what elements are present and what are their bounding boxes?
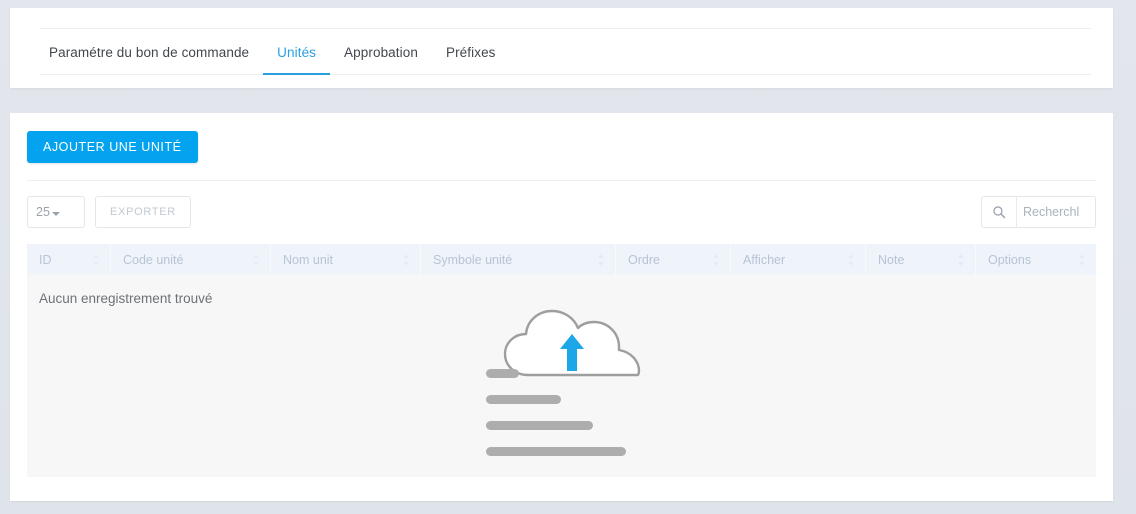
export-button[interactable]: EXPORTER — [95, 196, 191, 228]
placeholder-bar — [485, 395, 561, 404]
sort-icon — [848, 253, 856, 266]
add-unit-button[interactable]: AJOUTER UNE UNITÉ — [27, 131, 198, 163]
table-toolbar: 25 EXPORTER — [27, 196, 1096, 236]
column-label: Code unité — [123, 252, 184, 267]
column-header-nom-unit[interactable]: Nom unit — [271, 244, 421, 275]
export-label: EXPORTER — [110, 206, 176, 218]
column-label: Symbole unité — [433, 252, 513, 267]
column-label: Options — [988, 252, 1032, 267]
sort-icon — [403, 253, 411, 266]
sort-icon — [93, 253, 101, 266]
toolbar-divider — [27, 180, 1096, 181]
search-input[interactable] — [1017, 197, 1095, 227]
column-label: Nom unit — [283, 252, 334, 267]
sort-icon — [713, 253, 721, 266]
tab-label: Paramétre du bon de commande — [49, 44, 250, 60]
column-header-code-unite[interactable]: Code unité — [111, 244, 271, 275]
units-table: ID Code unité Nom unit Symbole unité Ord… — [27, 244, 1096, 477]
tab-label: Unités — [277, 44, 317, 60]
cloud-upload-illustration — [472, 299, 652, 464]
chevron-down-icon — [51, 211, 60, 216]
tab-prefixes[interactable]: Préfixes — [432, 30, 510, 75]
tab-parametre-bon-de-commande[interactable]: Paramétre du bon de commande — [40, 30, 263, 75]
column-header-ordre[interactable]: Ordre — [616, 244, 731, 275]
tab-bar: Paramétre du bon de commande Unités Appr… — [40, 29, 510, 75]
sort-icon — [958, 253, 966, 266]
sort-icon — [598, 253, 606, 266]
tab-label: Approbation — [344, 44, 418, 60]
search-box — [981, 196, 1096, 228]
column-header-id[interactable]: ID — [27, 244, 111, 275]
placeholder-bar — [485, 421, 593, 430]
search-icon — [993, 206, 1006, 219]
column-label: Note — [878, 252, 905, 267]
page-background: Paramétre du bon de commande Unités Appr… — [0, 0, 1136, 514]
placeholder-bar — [485, 369, 519, 378]
column-header-note[interactable]: Note — [866, 244, 976, 275]
placeholder-bar — [485, 447, 626, 456]
units-card: AJOUTER UNE UNITÉ 25 EXPORTER Recherchl … — [10, 113, 1113, 501]
tab-approbation[interactable]: Approbation — [330, 30, 432, 75]
column-label: Afficher — [743, 252, 786, 267]
tabs-card: Paramétre du bon de commande Unités Appr… — [10, 8, 1113, 88]
table-header-row: ID Code unité Nom unit Symbole unité Ord… — [27, 244, 1096, 275]
sort-icon — [1079, 253, 1087, 266]
column-header-symbole-unite[interactable]: Symbole unité — [421, 244, 616, 275]
cloud-upload-icon — [503, 309, 640, 377]
toolbar-left-group: 25 EXPORTER — [27, 196, 191, 228]
column-header-options[interactable]: Options — [976, 244, 1096, 275]
column-header-afficher[interactable]: Afficher — [731, 244, 866, 275]
column-label: Ordre — [628, 252, 660, 267]
sort-icon — [253, 253, 261, 266]
tab-label: Préfixes — [445, 44, 496, 60]
column-label: ID — [39, 252, 52, 267]
tab-unites[interactable]: Unités — [263, 30, 330, 75]
page-length-select[interactable]: 25 — [27, 196, 85, 228]
page-length-value: 25 — [36, 205, 50, 219]
empty-state-message: Aucun enregistrement trouvé — [39, 291, 213, 306]
search-button[interactable] — [982, 197, 1017, 227]
